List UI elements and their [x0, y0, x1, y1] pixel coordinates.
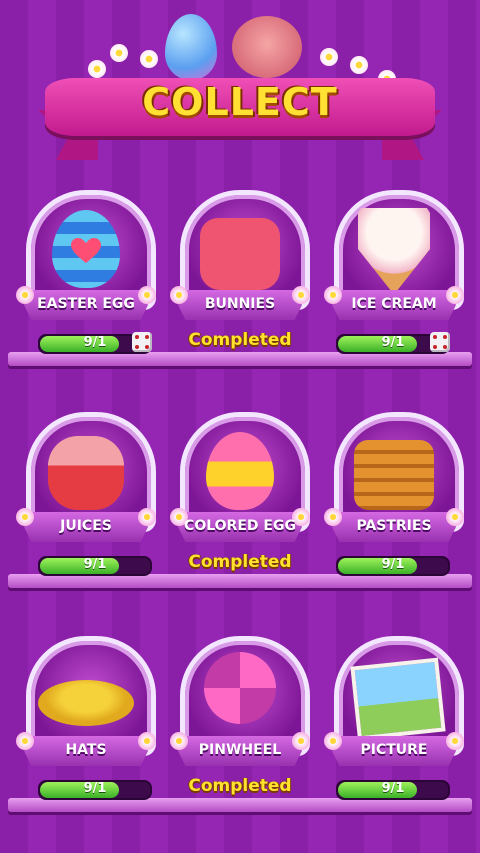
dice-icon [430, 332, 450, 352]
item-label: COLORED EGG [184, 518, 296, 534]
progress-text: 9/1 [83, 781, 107, 796]
flower-icon [350, 56, 368, 74]
juice-jar-art-icon [48, 436, 124, 510]
progress-text: 9/1 [381, 781, 405, 796]
progress-bar: 9/1 [336, 556, 450, 576]
collection-item-pinwheel[interactable]: PINWHEEL Completed [170, 636, 310, 816]
completed-status: Completed [188, 330, 292, 350]
collect-banner: COLLECT [0, 0, 480, 180]
collection-item-bunnies[interactable]: BUNNIES Completed [170, 190, 310, 370]
collection-item-colored-egg[interactable]: COLORED EGG Completed [170, 412, 310, 592]
collection-item-ice-cream[interactable]: ICE CREAM 9/1 [324, 190, 464, 370]
progress-bar: 9/1 [38, 556, 152, 576]
item-label: PASTRIES [356, 518, 432, 534]
item-label: BUNNIES [204, 296, 276, 312]
page-title: COLLECT [142, 80, 338, 124]
item-label: HATS [65, 742, 107, 758]
collection-item-hats[interactable]: HATS 9/1 [16, 636, 156, 816]
item-label: PINWHEEL [198, 742, 282, 758]
heart-icon [71, 238, 101, 263]
item-label: PICTURE [360, 742, 428, 758]
collection-item-easter-egg[interactable]: EASTER EGG 9/1 [16, 190, 156, 370]
flower-icon [320, 48, 338, 66]
pinwheel-art-icon [204, 652, 276, 724]
item-label: ICE CREAM [351, 296, 437, 312]
collection-item-picture[interactable]: PICTURE 9/1 [324, 636, 464, 816]
collection-item-juices[interactable]: JUICES 9/1 [16, 412, 156, 592]
dice-icon [132, 332, 152, 352]
item-label: EASTER EGG [37, 296, 135, 312]
flower-icon [110, 44, 128, 62]
easter-egg-decoration-icon [165, 14, 217, 80]
completed-status: Completed [188, 776, 292, 796]
bunny-art-icon [200, 218, 280, 290]
progress-bar: 9/1 [38, 780, 152, 800]
flower-icon [140, 50, 158, 68]
progress-bar: 9/1 [336, 780, 450, 800]
hat-art-icon [38, 680, 134, 726]
progress-text: 9/1 [381, 557, 405, 572]
completed-status: Completed [188, 552, 292, 572]
flower-icon [88, 60, 106, 78]
picture-art-icon [350, 657, 446, 741]
collection-item-pastries[interactable]: PASTRIES 9/1 [324, 412, 464, 592]
progress-text: 9/1 [83, 557, 107, 572]
pig-bunny-decoration-icon [232, 16, 302, 78]
pastries-art-icon [354, 440, 434, 510]
item-label: JUICES [60, 518, 112, 534]
